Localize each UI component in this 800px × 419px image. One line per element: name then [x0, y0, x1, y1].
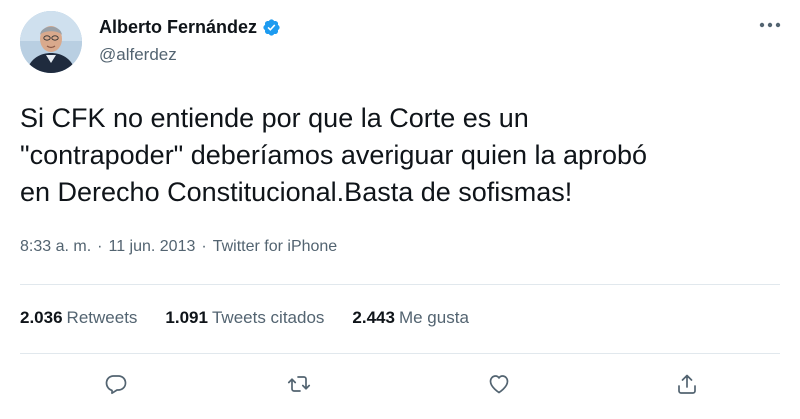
tweet-text: Si CFK no entiende por que la Corte es u…: [20, 103, 648, 207]
share-button[interactable]: [669, 366, 705, 402]
retweets-stat[interactable]: 2.036 Retweets: [20, 308, 137, 328]
tweet-time[interactable]: 8:33 a. m.: [20, 238, 91, 256]
action-bar: [0, 366, 800, 406]
verified-badge-icon: [263, 19, 280, 36]
retweet-button[interactable]: [281, 366, 317, 402]
reply-button[interactable]: [98, 366, 134, 402]
quote-tweets-label: Tweets citados: [211, 308, 325, 327]
meta-separator: ·: [97, 238, 103, 255]
engagement-stats: 2.036 Retweets 1.091 Tweets citados 2.443 M…: [20, 308, 497, 328]
retweets-label: Retweets: [66, 308, 138, 327]
avatar-image: [20, 11, 82, 73]
retweet-icon: [287, 376, 311, 392]
tweet-card: Alberto Fernández @alferdez Si CFK no en…: [0, 0, 800, 419]
author-handle[interactable]: @alferdez: [99, 45, 177, 65]
author-display-name[interactable]: Alberto Fernández: [99, 17, 257, 38]
likes-stat[interactable]: 2.443 Me gusta: [352, 308, 468, 328]
divider: [20, 284, 780, 285]
meta-separator: ·: [201, 238, 207, 255]
retweets-count: 2.036: [20, 308, 63, 327]
reply-icon: [105, 375, 127, 395]
heart-icon: [489, 375, 509, 394]
tweet-metadata: 8:33 a. m. · 11 jun. 2013 · Twitter for …: [20, 238, 337, 256]
quote-tweets-count: 1.091: [165, 308, 208, 327]
likes-count: 2.443: [352, 308, 395, 327]
divider: [20, 353, 780, 354]
like-button[interactable]: [481, 366, 517, 402]
likes-label: Me gusta: [398, 308, 469, 327]
tweet-date[interactable]: 11 jun. 2013: [108, 238, 195, 256]
share-icon: [678, 374, 696, 394]
quote-tweets-stat[interactable]: 1.091 Tweets citados: [165, 308, 324, 328]
tweet-source[interactable]: Twitter for iPhone: [213, 238, 338, 256]
author-name-row[interactable]: Alberto Fernández: [99, 17, 281, 38]
more-options-icon[interactable]: [756, 14, 784, 36]
avatar[interactable]: [20, 11, 82, 73]
